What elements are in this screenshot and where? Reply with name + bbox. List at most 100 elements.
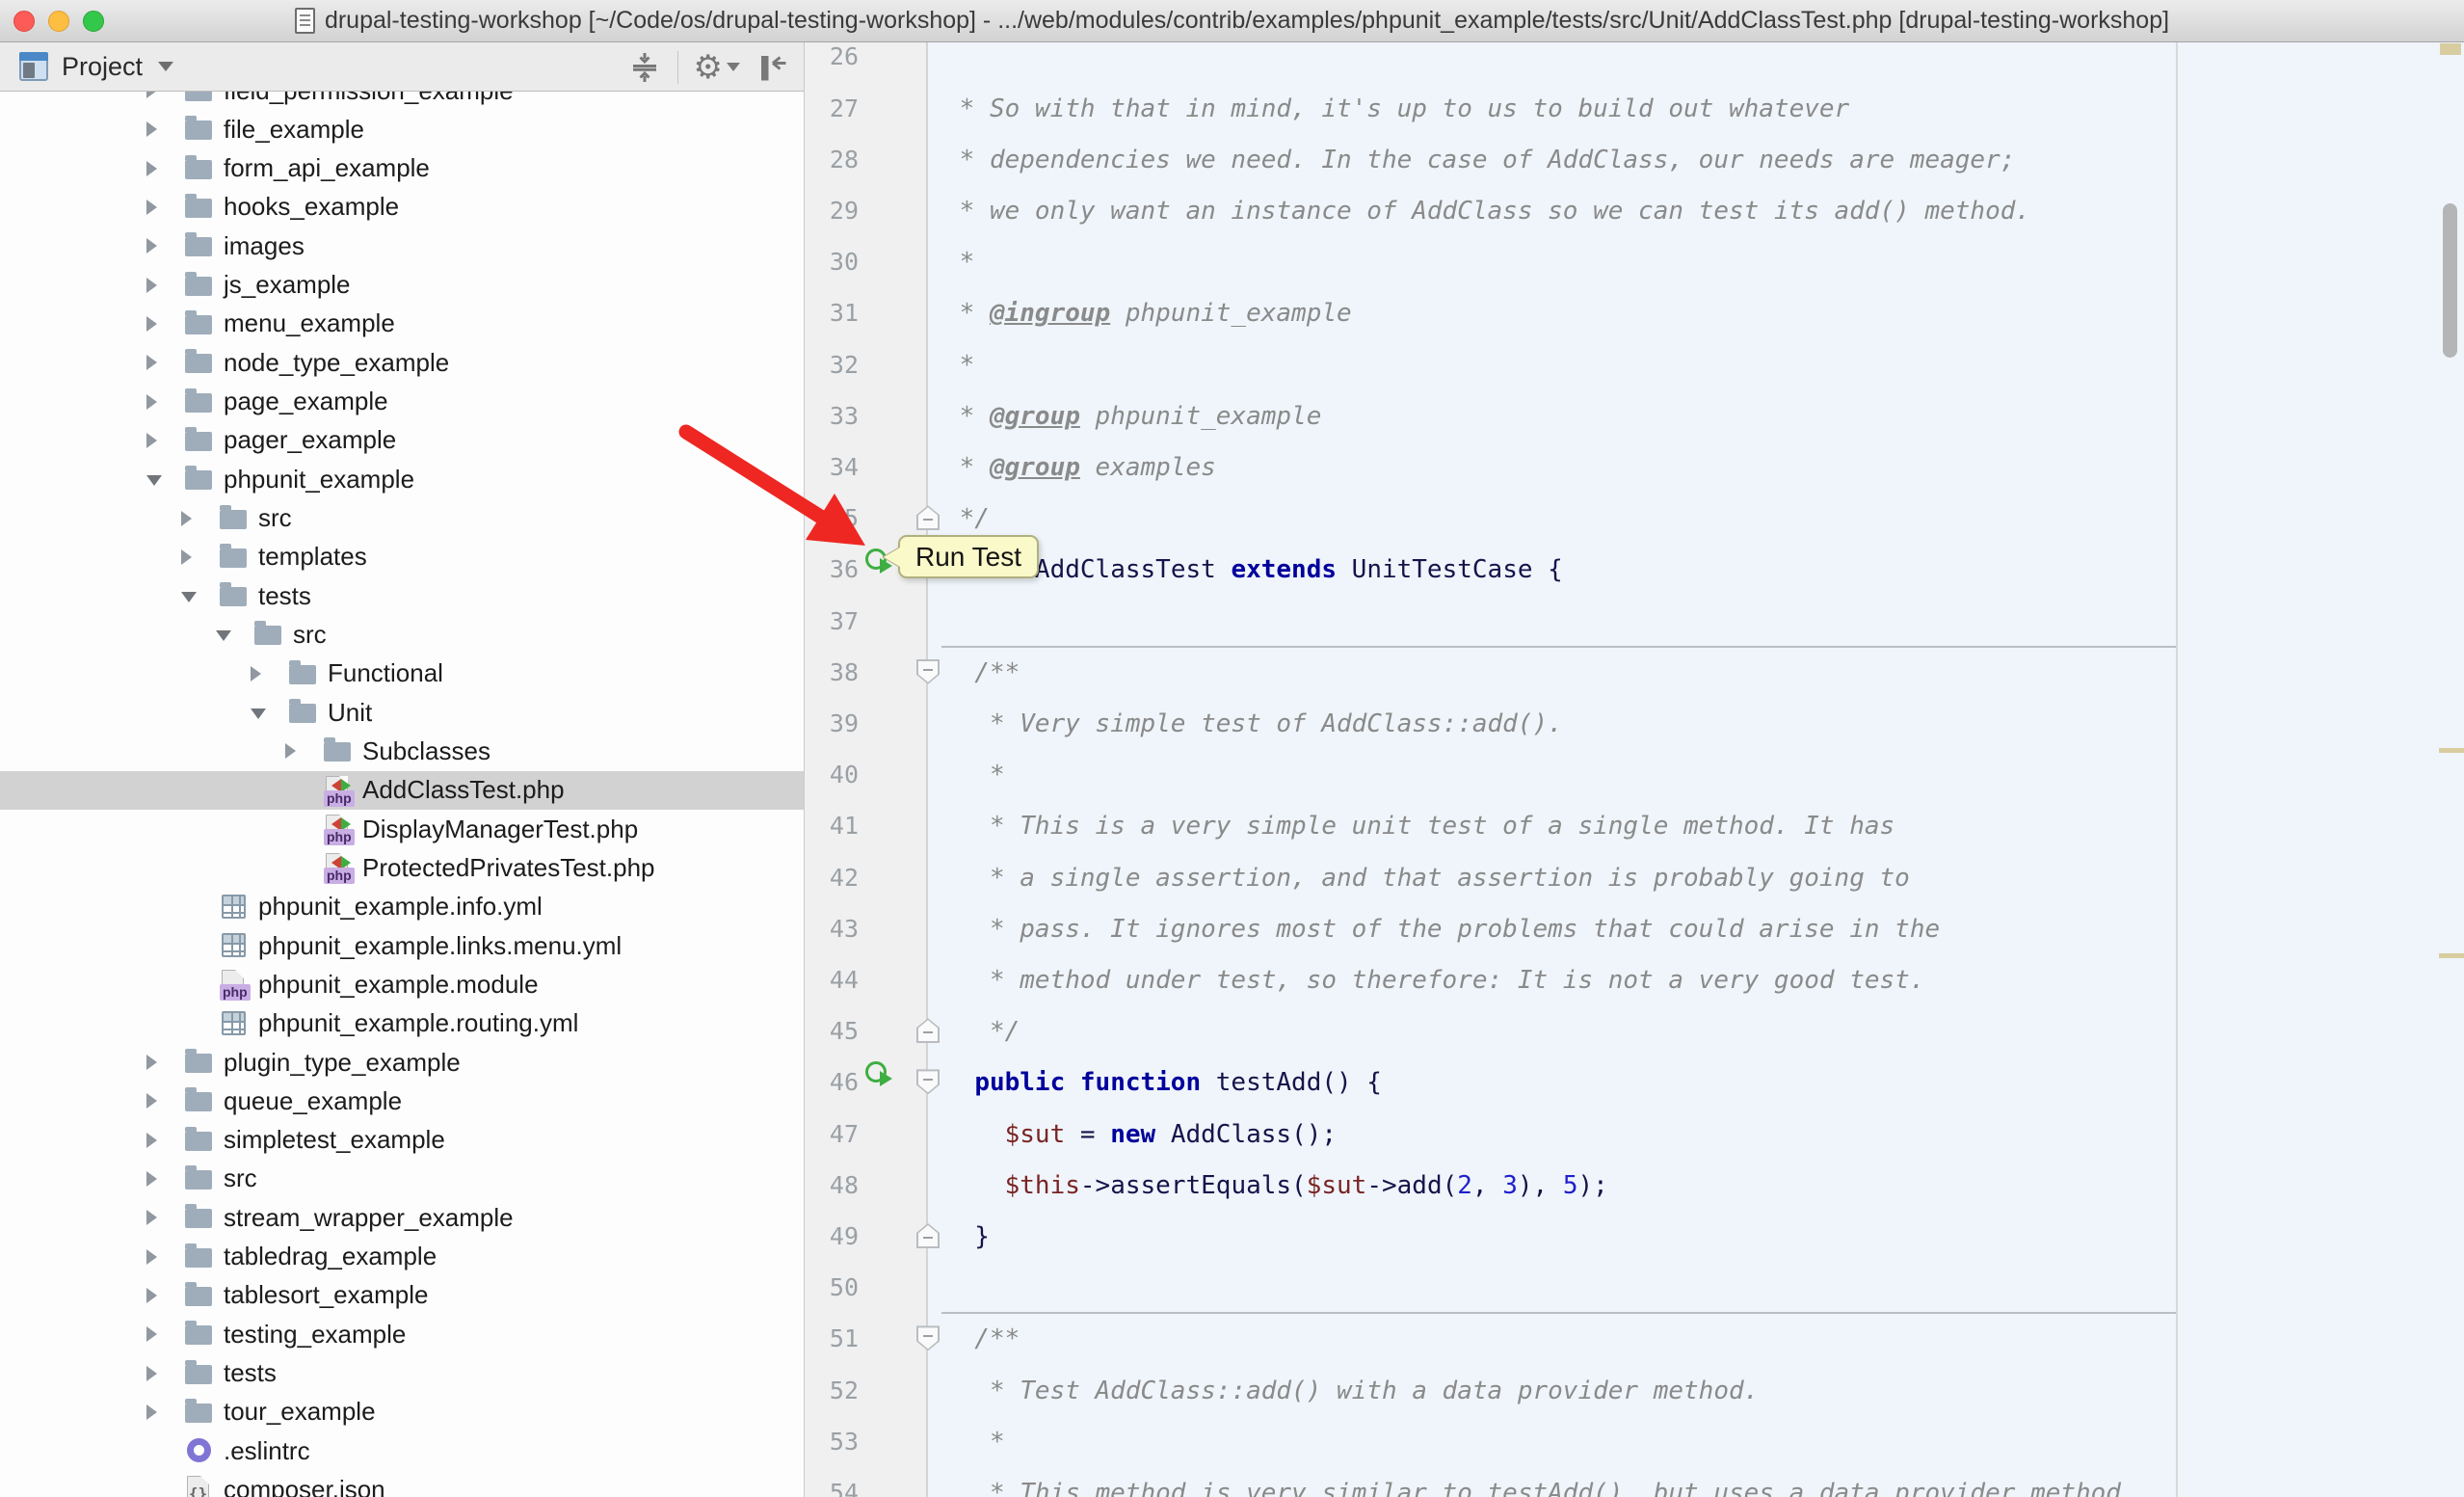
chevron-collapsed-icon[interactable] <box>146 1133 185 1148</box>
code-line-42[interactable]: * a single assertion, and that assertion… <box>930 852 2464 904</box>
tree-folder-hooks_example[interactable]: hooks_example <box>0 188 804 227</box>
tree-folder-Unit[interactable]: Unit <box>0 693 804 732</box>
chevron-collapsed-icon[interactable] <box>146 92 185 98</box>
tree-file-phpunit_example.info.yml[interactable]: phpunit_example.info.yml <box>0 888 804 926</box>
fold-end-icon[interactable] <box>916 505 940 530</box>
tree-folder-images[interactable]: images <box>0 227 804 265</box>
code-line-52[interactable]: * Test AddClass::add() with a data provi… <box>930 1365 2464 1417</box>
chevron-expanded-icon[interactable] <box>181 590 220 602</box>
tree-folder-js_example[interactable]: js_example <box>0 266 804 305</box>
editor-scrollbar[interactable] <box>2443 203 2457 358</box>
chevron-collapsed-icon[interactable] <box>146 1404 185 1420</box>
tree-folder-plugin_type_example[interactable]: plugin_type_example <box>0 1043 804 1082</box>
tree-folder-templates[interactable]: templates <box>0 538 804 576</box>
code-line-34[interactable]: * @group examples <box>930 441 2464 494</box>
code-line-28[interactable]: * dependencies we need. In the case of A… <box>930 134 2464 186</box>
tree-folder-menu_example[interactable]: menu_example <box>0 305 804 343</box>
chevron-collapsed-icon[interactable] <box>146 1288 185 1303</box>
code-line-51[interactable]: /** <box>930 1313 2464 1365</box>
code-line-47[interactable]: $sut = new AddClass(); <box>930 1109 2464 1161</box>
tree-file-phpunit_example.routing.yml[interactable]: phpunit_example.routing.yml <box>0 1004 804 1043</box>
code-line-54[interactable]: * This method is very similar to testAdd… <box>930 1467 2464 1497</box>
tree-folder-tour_example[interactable]: tour_example <box>0 1393 804 1431</box>
run-test-tooltip[interactable]: Run Test <box>898 535 1039 578</box>
code-line-29[interactable]: * we only want an instance of AddClass s… <box>930 185 2464 237</box>
code-line-35[interactable]: */ <box>930 493 2464 545</box>
code-line-50[interactable] <box>930 1262 2464 1314</box>
tree-folder-testing_example[interactable]: testing_example <box>0 1315 804 1353</box>
tree-folder-node_type_example[interactable]: node_type_example <box>0 343 804 382</box>
code-line-48[interactable]: $this->assertEquals($sut->add(2, 3), 5); <box>930 1160 2464 1212</box>
code-area[interactable]: * So with that in mind, it's up to us to… <box>930 42 2464 1497</box>
chevron-collapsed-icon[interactable] <box>146 161 185 176</box>
tree-folder-tablesort_example[interactable]: tablesort_example <box>0 1276 804 1315</box>
chevron-collapsed-icon[interactable] <box>146 1171 185 1187</box>
fold-start-icon[interactable] <box>916 659 940 684</box>
tree-file-phpunit_example.module[interactable]: phpphpunit_example.module <box>0 965 804 1003</box>
tree-folder-stream_wrapper_example[interactable]: stream_wrapper_example <box>0 1198 804 1237</box>
chevron-collapsed-icon[interactable] <box>146 355 185 370</box>
minimize-window-button[interactable] <box>48 11 69 32</box>
chevron-collapsed-icon[interactable] <box>146 278 185 293</box>
code-line-36[interactable]: class AddClassTest extends UnitTestCase … <box>930 544 2464 596</box>
code-line-40[interactable]: * <box>930 749 2464 801</box>
tree-file-.eslintrc[interactable]: .eslintrc <box>0 1431 804 1470</box>
chevron-collapsed-icon[interactable] <box>146 121 185 137</box>
code-line-26[interactable] <box>930 42 2464 83</box>
chevron-down-icon[interactable] <box>158 62 173 71</box>
tree-folder-page_example[interactable]: page_example <box>0 383 804 421</box>
fold-end-icon[interactable] <box>916 1223 940 1248</box>
fold-start-icon[interactable] <box>916 1325 940 1350</box>
run-test-gutter-icon[interactable] <box>865 1061 887 1083</box>
tree-folder-tests[interactable]: tests <box>0 576 804 615</box>
chevron-expanded-icon[interactable] <box>251 707 289 719</box>
tree-folder-file_example[interactable]: file_example <box>0 110 804 148</box>
fold-start-icon[interactable] <box>916 1069 940 1094</box>
code-line-43[interactable]: * pass. It ignores most of the problems … <box>930 903 2464 955</box>
chevron-expanded-icon[interactable] <box>146 473 185 486</box>
chevron-collapsed-icon[interactable] <box>146 238 185 254</box>
chevron-collapsed-icon[interactable] <box>146 1055 185 1070</box>
tree-file-AddClassTest.php[interactable]: phpAddClassTest.php <box>0 771 804 810</box>
tree-folder-src[interactable]: src <box>0 1160 804 1198</box>
chevron-collapsed-icon[interactable] <box>146 200 185 215</box>
code-editor[interactable]: 2627282930313233343536373839404142434445… <box>805 42 2464 1497</box>
chevron-collapsed-icon[interactable] <box>251 666 289 682</box>
code-line-45[interactable]: */ <box>930 1005 2464 1057</box>
project-panel-title[interactable]: Project <box>62 52 143 82</box>
tree-folder-tabledrag_example[interactable]: tabledrag_example <box>0 1238 804 1276</box>
chevron-collapsed-icon[interactable] <box>146 1093 185 1109</box>
chevron-collapsed-icon[interactable] <box>146 1249 185 1265</box>
collapse-all-icon[interactable] <box>627 50 662 85</box>
tree-file-ProtectedPrivatesTest.php[interactable]: phpProtectedPrivatesTest.php <box>0 848 804 887</box>
code-line-46[interactable]: public function testAdd() { <box>930 1056 2464 1109</box>
code-line-27[interactable]: * So with that in mind, it's up to us to… <box>930 83 2464 135</box>
chevron-collapsed-icon[interactable] <box>146 433 185 448</box>
chevron-collapsed-icon[interactable] <box>181 511 220 526</box>
code-line-32[interactable]: * <box>930 339 2464 391</box>
chevron-collapsed-icon[interactable] <box>146 316 185 332</box>
code-line-39[interactable]: * Very simple test of AddClass::add(). <box>930 698 2464 750</box>
tree-folder-Subclasses[interactable]: Subclasses <box>0 732 804 770</box>
tree-folder-simpletest_example[interactable]: simpletest_example <box>0 1121 804 1160</box>
tree-file-DisplayManagerTest.php[interactable]: phpDisplayManagerTest.php <box>0 810 804 848</box>
tree-file-composer.json[interactable]: {}composer.json <box>0 1471 804 1497</box>
tree-folder-src[interactable]: src <box>0 499 804 538</box>
error-stripe-warning-marker[interactable] <box>2439 748 2464 753</box>
gear-settings-icon[interactable]: ⚙ <box>694 51 740 84</box>
chevron-collapsed-icon[interactable] <box>146 1326 185 1342</box>
error-stripe-top-marker[interactable] <box>2440 43 2461 55</box>
code-line-37[interactable] <box>930 596 2464 648</box>
chevron-expanded-icon[interactable] <box>216 628 254 641</box>
code-line-44[interactable]: * method under test, so therefore: It is… <box>930 954 2464 1006</box>
zoom-window-button[interactable] <box>83 11 104 32</box>
hide-panel-icon[interactable] <box>755 50 790 85</box>
tree-folder-pager_example[interactable]: pager_example <box>0 421 804 460</box>
tree-folder-field_permission_example[interactable]: field_permission_example <box>0 92 804 110</box>
chevron-collapsed-icon[interactable] <box>146 1366 185 1381</box>
error-stripe-warning-marker[interactable] <box>2439 953 2464 958</box>
tree-file-phpunit_example.links.menu.yml[interactable]: phpunit_example.links.menu.yml <box>0 926 804 965</box>
code-line-41[interactable]: * This is a very simple unit test of a s… <box>930 800 2464 852</box>
code-line-33[interactable]: * @group phpunit_example <box>930 390 2464 442</box>
code-line-53[interactable]: * <box>930 1416 2464 1468</box>
